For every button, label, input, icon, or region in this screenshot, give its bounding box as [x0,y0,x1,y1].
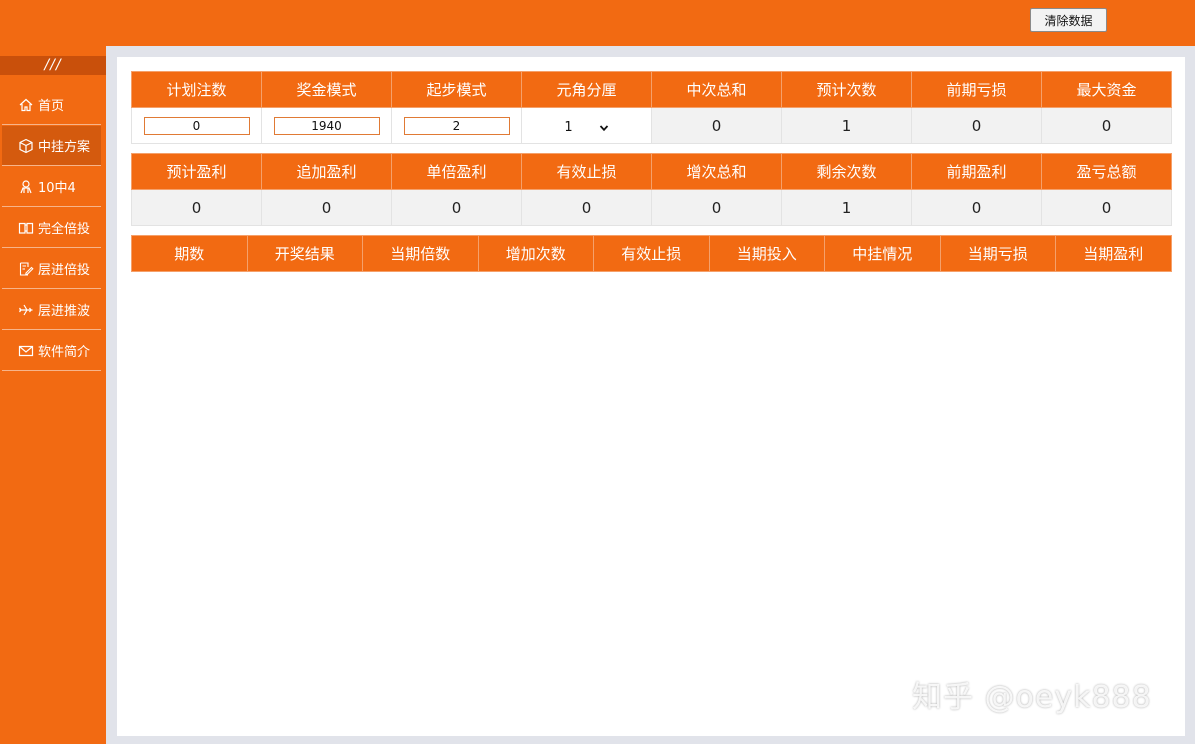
header-cell: 增加次数 [477,235,594,272]
table-header-row: 期数 开奖结果 当期倍数 增加次数 有效止损 当期投入 中挂情况 当期亏损 当期… [131,235,1172,272]
watermark: 知乎 @oeyk888 [912,680,1152,715]
header-cell: 奖金模式 [261,71,392,108]
value-cell: 1 [781,189,912,226]
table-header-row: 计划注数 奖金模式 起步模式 元角分厘 中次总和 预计次数 前期亏损 最大资金 [131,71,1172,108]
value-cell: 0 [911,107,1042,144]
header-cell: 期数 [131,235,248,272]
value-cell: 0 [651,189,782,226]
sidebar-item-label: 首页 [38,99,65,114]
header-cell: 单倍盈利 [391,153,522,190]
person-icon [18,179,34,195]
header-cell: 有效止损 [521,153,652,190]
sidebar-item-full-double[interactable]: 完全倍投 [2,208,101,248]
header-cell: 剩余次数 [781,153,912,190]
header-cell: 中次总和 [651,71,782,108]
sidebar-item-label: 完全倍投 [38,222,91,237]
start-mode-input[interactable] [403,117,510,135]
header-cell: 预计次数 [781,71,912,108]
input-cell [391,107,522,144]
input-cell [131,107,262,144]
period-detail-table: 期数 开奖结果 当期倍数 增加次数 有效止损 当期投入 中挂情况 当期亏损 当期… [131,235,1172,272]
sidebar: /// 首页 中挂方案 10中4 完全倍投 层进倍投 层进推波 软件简介 [0,46,106,744]
sidebar-item-layer-push[interactable]: 层进推波 [2,290,101,330]
unit-select-value: 1 [564,119,573,135]
sidebar-logo: /// [0,56,106,75]
value-cell: 0 [391,189,522,226]
plan-count-input[interactable] [143,117,250,135]
sidebar-item-home[interactable]: 首页 [2,85,101,125]
header-cell: 起步模式 [391,71,522,108]
box-icon [18,138,34,154]
sidebar-item-plan[interactable]: 中挂方案 [2,126,101,166]
header-cell: 当期盈利 [1055,235,1172,272]
sidebar-item-intro[interactable]: 软件简介 [2,331,101,371]
header-cell: 增次总和 [651,153,782,190]
table-row: 1 0 1 0 0 [131,107,1172,144]
header-cell: 最大资金 [1041,71,1172,108]
sidebar-item-label: 层进倍投 [38,263,91,278]
sidebar-item-10-4[interactable]: 10中4 [2,167,101,207]
edit-icon [18,261,34,277]
sidebar-item-label: 软件简介 [38,345,91,360]
sidebar-item-label: 10中4 [38,181,76,196]
unit-select[interactable]: 1 [521,107,652,144]
clear-data-button[interactable]: 清除数据 [1030,8,1107,32]
plane-icon [18,302,34,318]
top-bar: 清除数据 [0,0,1195,46]
header-cell: 计划注数 [131,71,262,108]
header-cell: 有效止损 [593,235,710,272]
home-icon [18,97,34,113]
header-cell: 追加盈利 [261,153,392,190]
value-cell: 0 [131,189,262,226]
table-row: 0 0 0 0 0 1 0 0 [131,189,1172,226]
bonus-mode-input[interactable] [273,117,380,135]
profit-summary-table: 预计盈利 追加盈利 单倍盈利 有效止损 增次总和 剩余次数 前期盈利 盈亏总额 … [131,153,1172,226]
input-cell [261,107,392,144]
header-cell: 当期投入 [708,235,825,272]
header-cell: 当期倍数 [362,235,479,272]
value-cell: 0 [521,189,652,226]
plan-settings-table: 计划注数 奖金模式 起步模式 元角分厘 中次总和 预计次数 前期亏损 最大资金 … [131,71,1172,144]
header-cell: 预计盈利 [131,153,262,190]
header-cell: 前期盈利 [911,153,1042,190]
sidebar-item-label: 中挂方案 [38,140,91,155]
value-cell: 0 [651,107,782,144]
value-cell: 0 [1041,107,1172,144]
mail-icon [18,343,34,359]
header-cell: 元角分厘 [521,71,652,108]
value-cell: 0 [261,189,392,226]
book-icon [18,220,34,236]
value-cell: 0 [911,189,1042,226]
sidebar-item-layer-double[interactable]: 层进倍投 [2,249,101,289]
value-cell: 1 [781,107,912,144]
header-cell: 前期亏损 [911,71,1042,108]
header-cell: 中挂情况 [824,235,941,272]
value-cell: 0 [1041,189,1172,226]
header-cell: 盈亏总额 [1041,153,1172,190]
table-header-row: 预计盈利 追加盈利 单倍盈利 有效止损 增次总和 剩余次数 前期盈利 盈亏总额 [131,153,1172,190]
header-cell: 当期亏损 [939,235,1056,272]
chevron-down-icon [599,122,609,132]
sidebar-item-label: 层进推波 [38,304,91,319]
header-cell: 开奖结果 [246,235,363,272]
